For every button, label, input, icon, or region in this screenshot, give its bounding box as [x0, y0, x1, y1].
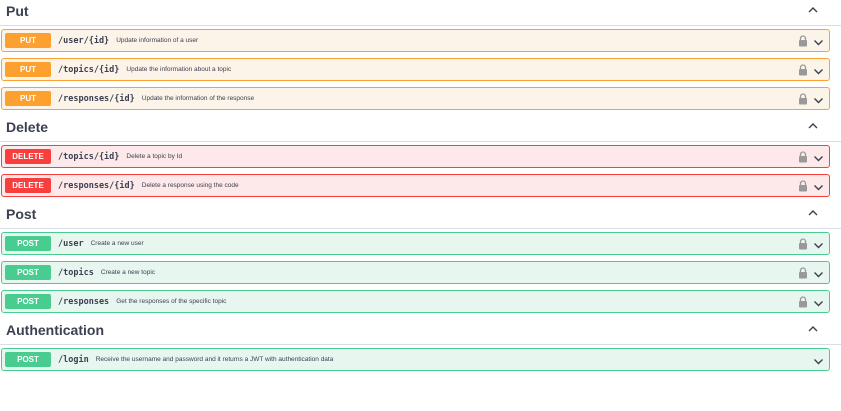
section-header[interactable]: Authentication: [0, 319, 841, 345]
lock-icon[interactable]: [798, 92, 808, 105]
section-delete: Delete DELETE/topics/{id} Delete a topic b…: [0, 116, 841, 197]
chevron-down-icon[interactable]: [813, 64, 824, 75]
operation-path: /user: [58, 238, 84, 249]
chevron-down-icon[interactable]: [813, 267, 824, 278]
method-badge: POST: [5, 236, 51, 251]
method-badge: POST: [5, 352, 51, 367]
section-title: Delete: [6, 119, 49, 135]
lock-icon[interactable]: [798, 34, 808, 47]
operation-row[interactable]: DELETE/responses/{id} Delete a response u…: [1, 174, 830, 197]
lock-icon[interactable]: [798, 237, 808, 250]
chevron-up-icon[interactable]: [806, 3, 820, 17]
operation-row[interactable]: POST/user Create a new user: [1, 232, 830, 255]
operation-summary: Delete a response using the code: [141, 182, 239, 189]
method-badge: DELETE: [5, 149, 51, 164]
operation-row[interactable]: PUT/responses/{id} Update the information…: [1, 87, 830, 110]
operation-summary: Get the responses of the specific topic: [116, 298, 227, 305]
section-title: Post: [6, 206, 37, 222]
section-header[interactable]: Delete: [0, 116, 841, 142]
operation-summary: Create a new user: [90, 240, 144, 247]
operation-path: /responses/{id}: [58, 93, 135, 104]
api-docs: Put PUT/user/{id} Update information of a …: [0, 0, 841, 371]
operation-summary: Receive the username and password and it…: [95, 356, 334, 363]
method-badge: PUT: [5, 33, 51, 48]
operations-list: PUT/user/{id} Update information of a use…: [0, 29, 841, 110]
operations-list: POST/user Create a new user POST/topics Cre…: [0, 232, 841, 313]
chevron-down-icon[interactable]: [813, 354, 824, 365]
section-put: Put PUT/user/{id} Update information of a …: [0, 0, 841, 110]
chevron-up-icon[interactable]: [806, 119, 820, 133]
section-title: Authentication: [6, 322, 104, 338]
operation-row[interactable]: PUT/user/{id} Update information of a use…: [1, 29, 830, 52]
operation-path: /topics/{id}: [58, 64, 120, 75]
operation-path: /topics/{id}: [58, 151, 120, 162]
section-header[interactable]: Put: [0, 0, 841, 26]
operation-row[interactable]: DELETE/topics/{id} Delete a topic by Id: [1, 145, 830, 168]
operation-row[interactable]: POST/topics Create a new topic: [1, 261, 830, 284]
operation-path: /user/{id}: [58, 35, 110, 46]
method-badge: POST: [5, 294, 51, 309]
operation-summary: Update the information of the response: [141, 95, 255, 102]
section-title: Put: [6, 3, 29, 19]
chevron-down-icon[interactable]: [813, 296, 824, 307]
operation-path: /topics: [58, 267, 94, 278]
lock-icon[interactable]: [798, 266, 808, 279]
section-authentication: Authentication POST/login Receive the user…: [0, 319, 841, 371]
chevron-down-icon[interactable]: [813, 238, 824, 249]
chevron-down-icon[interactable]: [813, 35, 824, 46]
lock-icon[interactable]: [798, 179, 808, 192]
operation-summary: Update the information about a topic: [126, 66, 232, 73]
lock-icon[interactable]: [798, 63, 808, 76]
operations-list: DELETE/topics/{id} Delete a topic by Id DE…: [0, 145, 841, 197]
method-badge: POST: [5, 265, 51, 280]
chevron-up-icon[interactable]: [806, 322, 820, 336]
operation-path: /login: [58, 354, 89, 365]
operations-list: POST/login Receive the username and passw…: [0, 348, 841, 371]
method-badge: PUT: [5, 91, 51, 106]
operation-path: /responses: [58, 296, 110, 307]
method-badge: DELETE: [5, 178, 51, 193]
lock-icon[interactable]: [798, 295, 808, 308]
chevron-down-icon[interactable]: [813, 180, 824, 191]
operation-path: /responses/{id}: [58, 180, 135, 191]
chevron-up-icon[interactable]: [806, 206, 820, 220]
operation-row[interactable]: POST/login Receive the username and passw…: [1, 348, 830, 371]
operation-summary: Update information of a user: [116, 37, 199, 44]
chevron-down-icon[interactable]: [813, 93, 824, 104]
operation-summary: Delete a topic by Id: [126, 153, 183, 160]
operation-summary: Create a new topic: [100, 269, 156, 276]
section-post: Post POST/user Create a new user POST/topic…: [0, 203, 841, 313]
operation-row[interactable]: POST/responses Get the responses of the s…: [1, 290, 830, 313]
lock-icon[interactable]: [798, 150, 808, 163]
operation-row[interactable]: PUT/topics/{id} Update the information ab…: [1, 58, 830, 81]
section-header[interactable]: Post: [0, 203, 841, 229]
method-badge: PUT: [5, 62, 51, 77]
chevron-down-icon[interactable]: [813, 151, 824, 162]
